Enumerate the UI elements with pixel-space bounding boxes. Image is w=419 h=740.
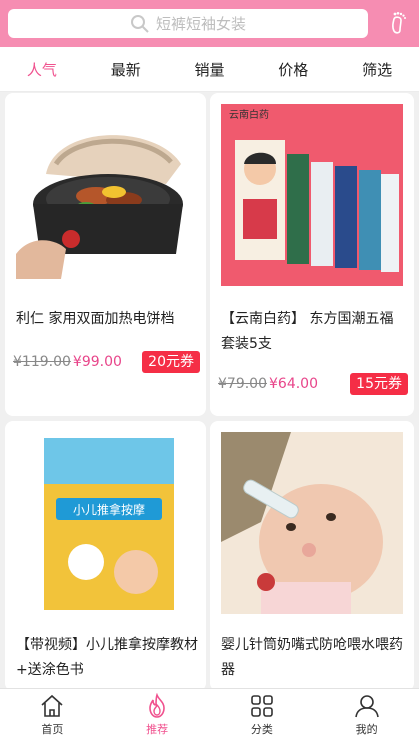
- product-title: 利仁 家用双面加热电饼档: [16, 311, 175, 327]
- toothpaste-brand-text: 云南白药: [229, 108, 269, 121]
- search-icon: [130, 14, 149, 33]
- coupon-badge[interactable]: 15元券: [350, 373, 408, 395]
- product-image-baby-feeding: [221, 432, 403, 614]
- sale-price: ¥99.00: [72, 354, 122, 370]
- nav-home[interactable]: 首页: [0, 689, 105, 740]
- nav-recommend[interactable]: 推荐: [105, 689, 210, 740]
- coupon-badge[interactable]: 20元券: [142, 351, 200, 373]
- original-price: ¥119.00: [13, 354, 71, 370]
- product-card[interactable]: 云南白药 【云南白药】 东方国潮五福套装5支 ¥79.00 ¥64.00 15元…: [210, 93, 414, 416]
- top-bar: 短裤短袖女装: [0, 0, 419, 47]
- sort-tabs: 人气 最新 销量 价格 筛选: [0, 47, 419, 92]
- tab-price[interactable]: 价格: [251, 47, 335, 91]
- footprint-icon[interactable]: [387, 11, 409, 35]
- nav-mine[interactable]: 我的: [314, 689, 419, 740]
- product-card[interactable]: 利仁 家用双面加热电饼档 ¥119.00 ¥99.00 20元券: [5, 93, 206, 416]
- tab-popular[interactable]: 人气: [0, 47, 84, 91]
- product-image-toothpaste-set: 云南白药: [221, 104, 403, 286]
- search-placeholder: 短裤短袖女装: [155, 15, 246, 33]
- product-title: 【带视频】小儿推拿按摩教材+送涂色书: [16, 637, 198, 678]
- flame-icon: [149, 693, 165, 718]
- product-card[interactable]: 婴儿针筒奶嘴式防呛喂水喂药器: [210, 421, 414, 691]
- book-title-text: 小儿推拿按摩: [73, 502, 145, 517]
- grid-icon: [251, 695, 273, 717]
- user-icon: [354, 695, 379, 718]
- nav-category-label: 分类: [250, 723, 273, 736]
- tab-filter[interactable]: 筛选: [335, 47, 419, 91]
- price-row: ¥119.00 ¥99.00 20元券: [13, 351, 200, 373]
- home-icon: [41, 694, 63, 717]
- tab-newest[interactable]: 最新: [84, 47, 168, 91]
- product-title: 婴儿针筒奶嘴式防呛喂水喂药器: [221, 637, 403, 678]
- product-image-electric-baking-pan: [16, 104, 198, 286]
- nav-category[interactable]: 分类: [210, 689, 315, 740]
- nav-home-label: 首页: [41, 723, 64, 736]
- price-row: ¥79.00 ¥64.00 15元券: [218, 373, 408, 395]
- product-card[interactable]: 小儿推拿按摩 【带视频】小儿推拿按摩教材+送涂色书: [5, 421, 206, 691]
- product-image-book-cover: 小儿推拿按摩: [16, 432, 198, 614]
- original-price: ¥79.00: [218, 376, 267, 392]
- nav-recommend-label: 推荐: [146, 723, 169, 736]
- tab-sales[interactable]: 销量: [168, 47, 252, 91]
- nav-mine-label: 我的: [355, 723, 378, 736]
- sale-price: ¥64.00: [269, 376, 318, 392]
- product-title: 【云南白药】 东方国潮五福套装5支: [221, 311, 394, 352]
- search-bar[interactable]: 短裤短袖女装: [8, 9, 368, 38]
- bottom-nav: 首页 推荐 分类 我的: [0, 688, 419, 740]
